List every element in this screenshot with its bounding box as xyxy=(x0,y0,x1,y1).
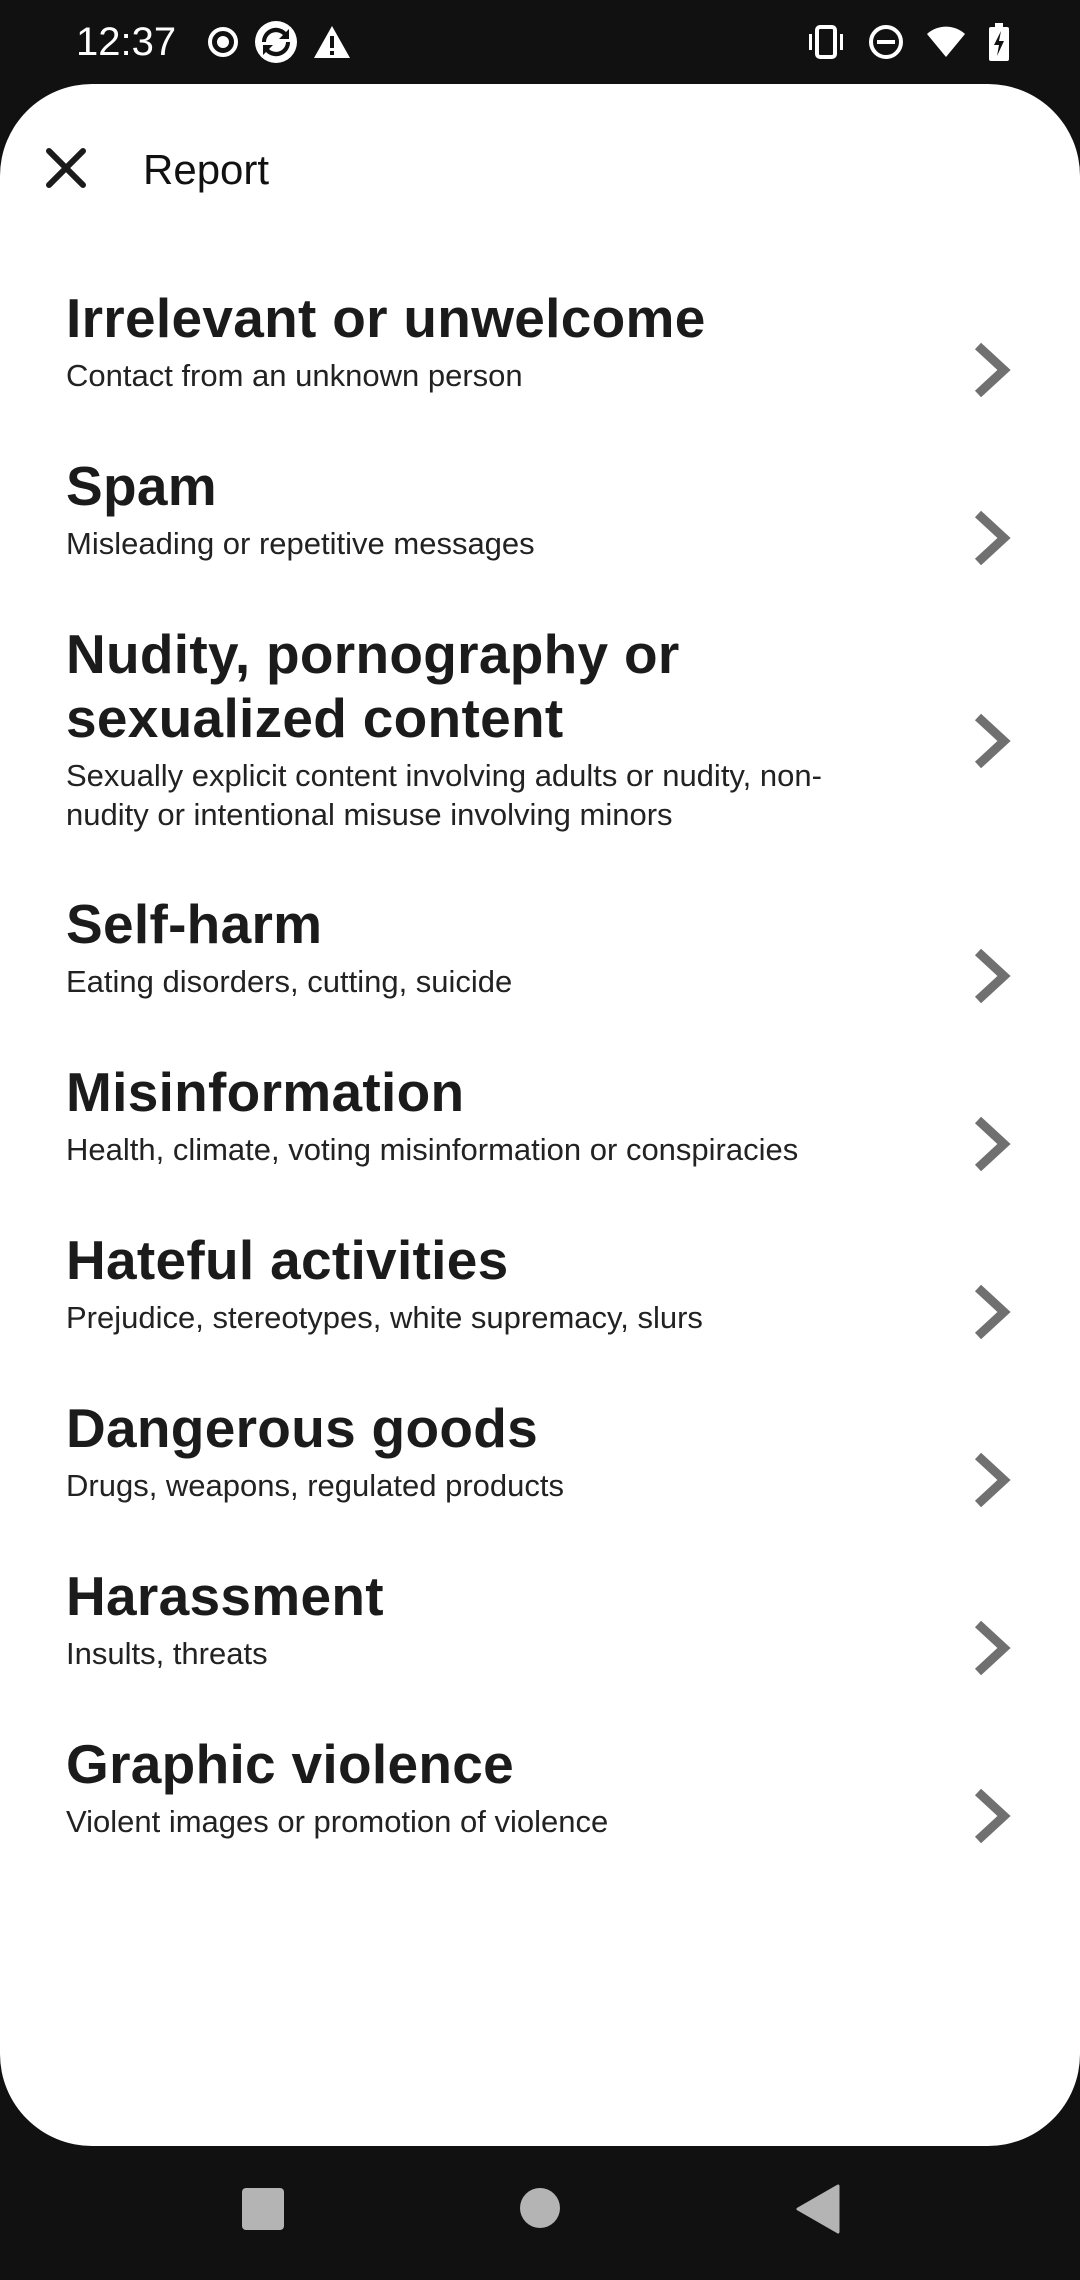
sheet-title: Report xyxy=(143,146,270,193)
chevron-right-icon xyxy=(974,342,1011,398)
report-item-subtitle: Sexually explicit content involving adul… xyxy=(66,758,822,832)
chevron-right-icon xyxy=(974,1116,1011,1172)
chevron-right-icon xyxy=(974,510,1011,566)
chevron-right-icon xyxy=(974,1284,1011,1340)
close-icon xyxy=(46,148,86,188)
report-item-misinformation[interactable]: Misinformation Health, climate, voting m… xyxy=(0,1060,1080,1228)
status-time: 12:37 xyxy=(76,20,177,64)
report-item-title: Graphic violence xyxy=(66,1733,515,1795)
report-item-subtitle: Health, climate, voting misinformation o… xyxy=(66,1132,799,1167)
vibrate-icon xyxy=(809,25,843,59)
report-item-irrelevant[interactable]: Irrelevant or unwelcome Contact from an … xyxy=(0,286,1080,454)
report-item-title: Nudity, pornography or sexualized conten… xyxy=(66,623,680,749)
report-item-subtitle: Contact from an unknown person xyxy=(66,358,523,393)
do-not-disturb-icon xyxy=(869,25,903,59)
close-button[interactable] xyxy=(30,132,102,204)
report-item-hateful-activities[interactable]: Hateful activities Prejudice, stereotype… xyxy=(0,1228,1080,1396)
recents-button[interactable] xyxy=(242,2188,284,2230)
report-item-subtitle: Misleading or repetitive messages xyxy=(66,526,535,561)
chevron-right-icon xyxy=(974,1620,1011,1676)
battery-charging-icon xyxy=(989,23,1009,61)
wifi-icon xyxy=(927,26,965,57)
status-system-icons xyxy=(806,18,1010,66)
report-item-title: Harassment xyxy=(66,1565,384,1627)
report-item-title: Hateful activities xyxy=(66,1229,509,1291)
report-item-title: Spam xyxy=(66,455,217,517)
report-item-spam[interactable]: Spam Misleading or repetitive messages xyxy=(0,454,1080,622)
home-button[interactable] xyxy=(520,2188,560,2228)
report-item-dangerous-goods[interactable]: Dangerous goods Drugs, weapons, regulate… xyxy=(0,1396,1080,1564)
report-item-harassment[interactable]: Harassment Insults, threats xyxy=(0,1564,1080,1732)
record-icon xyxy=(208,27,238,57)
report-item-graphic-violence[interactable]: Graphic violence Violent images or promo… xyxy=(0,1732,1080,1900)
report-item-title: Irrelevant or unwelcome xyxy=(66,287,706,349)
back-button[interactable] xyxy=(794,2184,840,2234)
report-item-title: Dangerous goods xyxy=(66,1397,539,1459)
report-item-subtitle: Eating disorders, cutting, suicide xyxy=(66,964,513,999)
sync-icon xyxy=(255,21,297,63)
report-item-subtitle: Drugs, weapons, regulated products xyxy=(66,1468,565,1503)
chevron-right-icon xyxy=(974,1452,1011,1508)
report-item-nudity[interactable]: Nudity, pornography or sexualized conten… xyxy=(0,622,1080,892)
report-item-title: Self-harm xyxy=(66,893,323,955)
report-item-subtitle: Violent images or promotion of violence xyxy=(66,1804,609,1839)
chevron-right-icon xyxy=(974,1788,1011,1844)
report-item-self-harm[interactable]: Self-harm Eating disorders, cutting, sui… xyxy=(0,892,1080,1060)
report-reason-list: Irrelevant or unwelcome Contact from an … xyxy=(0,286,1080,1900)
status-bar: 12:37 xyxy=(0,0,1080,84)
report-item-subtitle: Prejudice, stereotypes, white supremacy,… xyxy=(66,1300,703,1335)
report-item-title: Misinformation xyxy=(66,1061,465,1123)
navigation-bar xyxy=(0,2146,1080,2280)
chevron-right-icon xyxy=(974,713,1011,769)
report-item-subtitle: Insults, threats xyxy=(66,1636,268,1671)
status-notification-icons xyxy=(206,18,352,66)
warning-icon xyxy=(314,26,350,58)
chevron-right-icon xyxy=(974,948,1011,1004)
report-sheet: Report Irrelevant or unwelcome Contact f… xyxy=(0,84,1080,2146)
